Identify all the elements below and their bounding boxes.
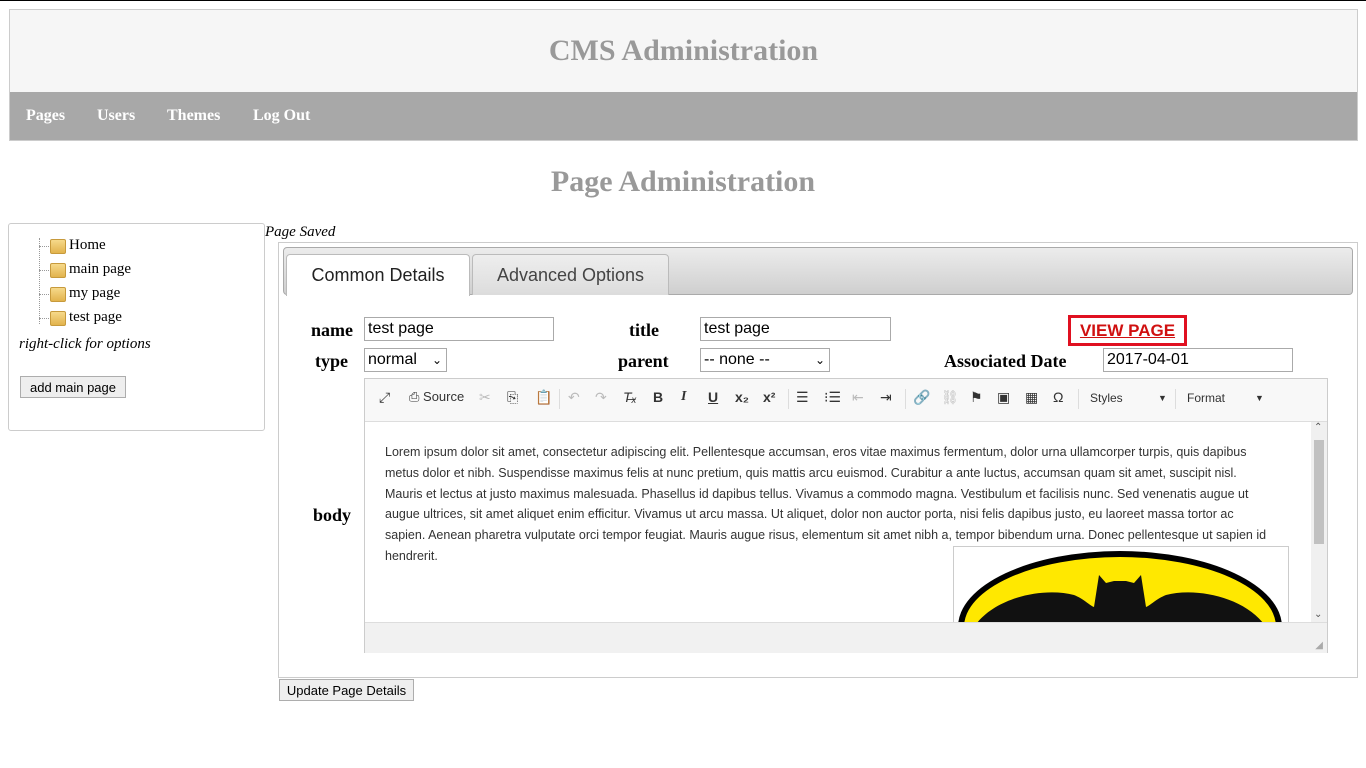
indent-icon[interactable]: ⇥: [880, 389, 892, 406]
numbered-list-icon[interactable]: ☰: [796, 389, 809, 406]
main-nav: Pages Users Themes Log Out: [10, 92, 1357, 140]
tree-connector: [39, 270, 49, 271]
resize-handle-icon[interactable]: ◢: [1315, 640, 1323, 651]
italic-icon[interactable]: I: [681, 389, 686, 405]
nav-pages[interactable]: Pages: [26, 107, 65, 125]
folder-icon: [50, 263, 66, 278]
tree-connector: [39, 246, 49, 247]
batman-logo-icon: [958, 551, 1282, 622]
table-icon[interactable]: ▦: [1025, 389, 1038, 406]
chevron-down-icon: ⌄: [431, 353, 442, 367]
editor-statusbar: ◢: [365, 622, 1327, 653]
source-button[interactable]: ⎙ Source: [409, 389, 464, 405]
superscript-icon[interactable]: x²: [763, 389, 775, 405]
type-label: type: [315, 351, 348, 371]
status-message: Page Saved: [265, 224, 336, 240]
name-field[interactable]: test page: [364, 317, 554, 341]
tree-connector: [39, 318, 49, 319]
page-details-panel: Common Details Advanced Options name tes…: [278, 242, 1358, 678]
top-border: [0, 0, 1366, 1]
source-icon: ⎙: [409, 389, 420, 404]
tree-connector: [39, 294, 49, 295]
editor-scrollbar[interactable]: ⌃ ⌄: [1311, 422, 1327, 622]
nav-themes[interactable]: Themes: [167, 107, 220, 125]
page-tree-panel: Home main page my page test page right-c…: [8, 223, 265, 431]
redo-icon[interactable]: ↷: [595, 389, 607, 406]
nav-logout[interactable]: Log Out: [253, 107, 310, 125]
nav-users[interactable]: Users: [97, 107, 135, 125]
toolbar-separator: [1078, 389, 1079, 409]
site-header: CMS Administration Pages Users Themes Lo…: [9, 9, 1358, 141]
title-field[interactable]: test page: [700, 317, 891, 341]
tree-item-main-page[interactable]: main page: [69, 261, 131, 278]
styles-dropdown[interactable]: Styles ▼: [1090, 391, 1167, 405]
undo-icon[interactable]: ↶: [568, 389, 580, 406]
folder-icon: [50, 239, 66, 254]
scroll-down-icon[interactable]: ⌄: [1314, 609, 1322, 620]
title-label: title: [629, 320, 659, 340]
rich-text-editor: ⤢ ⎙ Source ✂ ⎘ 📋 ↶ ↷ T̶ₓ B I U x₂ x² ☰ ⁝…: [364, 378, 1328, 653]
tree-item-test-page[interactable]: test page: [69, 309, 122, 326]
image-icon[interactable]: ▣: [997, 389, 1010, 406]
tree-hint: right-click for options: [19, 336, 151, 352]
page-title: Page Administration: [550, 165, 816, 198]
parent-select-value: -- none --: [704, 351, 770, 368]
chevron-down-icon: ▼: [1158, 393, 1167, 403]
editor-content[interactable]: Lorem ipsum dolor sit amet, consectetur …: [365, 422, 1310, 622]
parent-label: parent: [618, 351, 669, 371]
toolbar-separator: [1175, 389, 1176, 409]
folder-icon: [50, 287, 66, 302]
editor-toolbar: ⤢ ⎙ Source ✂ ⎘ 📋 ↶ ↷ T̶ₓ B I U x₂ x² ☰ ⁝…: [365, 379, 1327, 422]
anchor-flag-icon[interactable]: ⚑: [970, 389, 983, 406]
tab-bar: Common Details Advanced Options: [283, 247, 1353, 296]
view-page-link[interactable]: VIEW PAGE: [1080, 321, 1175, 340]
name-label: name: [311, 320, 353, 340]
toolbar-separator: [788, 389, 789, 409]
folder-icon: [50, 311, 66, 326]
maximize-icon[interactable]: ⤢: [379, 389, 390, 406]
unlink-icon[interactable]: ⛓: [941, 389, 959, 406]
tree-connector: [39, 238, 40, 324]
parent-select[interactable]: -- none -- ⌄: [700, 348, 830, 372]
source-label: Source: [423, 389, 465, 404]
tree-item-my-page[interactable]: my page: [69, 285, 120, 302]
type-select[interactable]: normal ⌄: [364, 348, 447, 372]
bold-icon[interactable]: B: [653, 389, 663, 405]
underline-icon[interactable]: U: [708, 389, 718, 405]
cut-icon[interactable]: ✂: [479, 389, 491, 406]
associated-date-field[interactable]: 2017-04-01: [1103, 348, 1293, 372]
outdent-icon[interactable]: ⇤: [852, 389, 864, 406]
chevron-down-icon: ⌄: [814, 353, 825, 367]
scroll-up-icon[interactable]: ⌃: [1314, 422, 1322, 433]
view-page-highlight: VIEW PAGE: [1068, 315, 1187, 346]
scrollbar-thumb[interactable]: [1314, 440, 1324, 544]
tab-advanced-options[interactable]: Advanced Options: [472, 254, 669, 295]
bulleted-list-icon[interactable]: ⁝☰: [824, 389, 841, 406]
site-title: CMS Administration: [548, 34, 819, 67]
update-page-details-button[interactable]: Update Page Details: [279, 679, 414, 701]
toolbar-separator: [559, 389, 560, 409]
toolbar-separator: [905, 389, 906, 409]
link-icon[interactable]: 🔗: [913, 389, 930, 406]
subscript-icon[interactable]: x₂: [735, 389, 749, 405]
styles-label: Styles: [1090, 391, 1123, 405]
tab-common-details[interactable]: Common Details: [286, 254, 470, 296]
format-dropdown[interactable]: Format ▼: [1187, 391, 1264, 405]
remove-format-icon[interactable]: T̶ₓ: [623, 389, 637, 405]
paste-icon[interactable]: 📋: [535, 389, 552, 406]
batman-logo-image[interactable]: [953, 546, 1289, 622]
add-main-page-button[interactable]: add main page: [20, 376, 126, 398]
copy-icon[interactable]: ⎘: [507, 389, 518, 406]
chevron-down-icon: ▼: [1255, 393, 1264, 403]
special-character-icon[interactable]: Ω: [1053, 389, 1063, 405]
tree-item-home[interactable]: Home: [69, 237, 106, 254]
type-select-value: normal: [368, 351, 417, 368]
format-label: Format: [1187, 391, 1226, 405]
body-label: body: [313, 505, 352, 525]
associated-date-label: Associated Date: [944, 351, 1067, 371]
